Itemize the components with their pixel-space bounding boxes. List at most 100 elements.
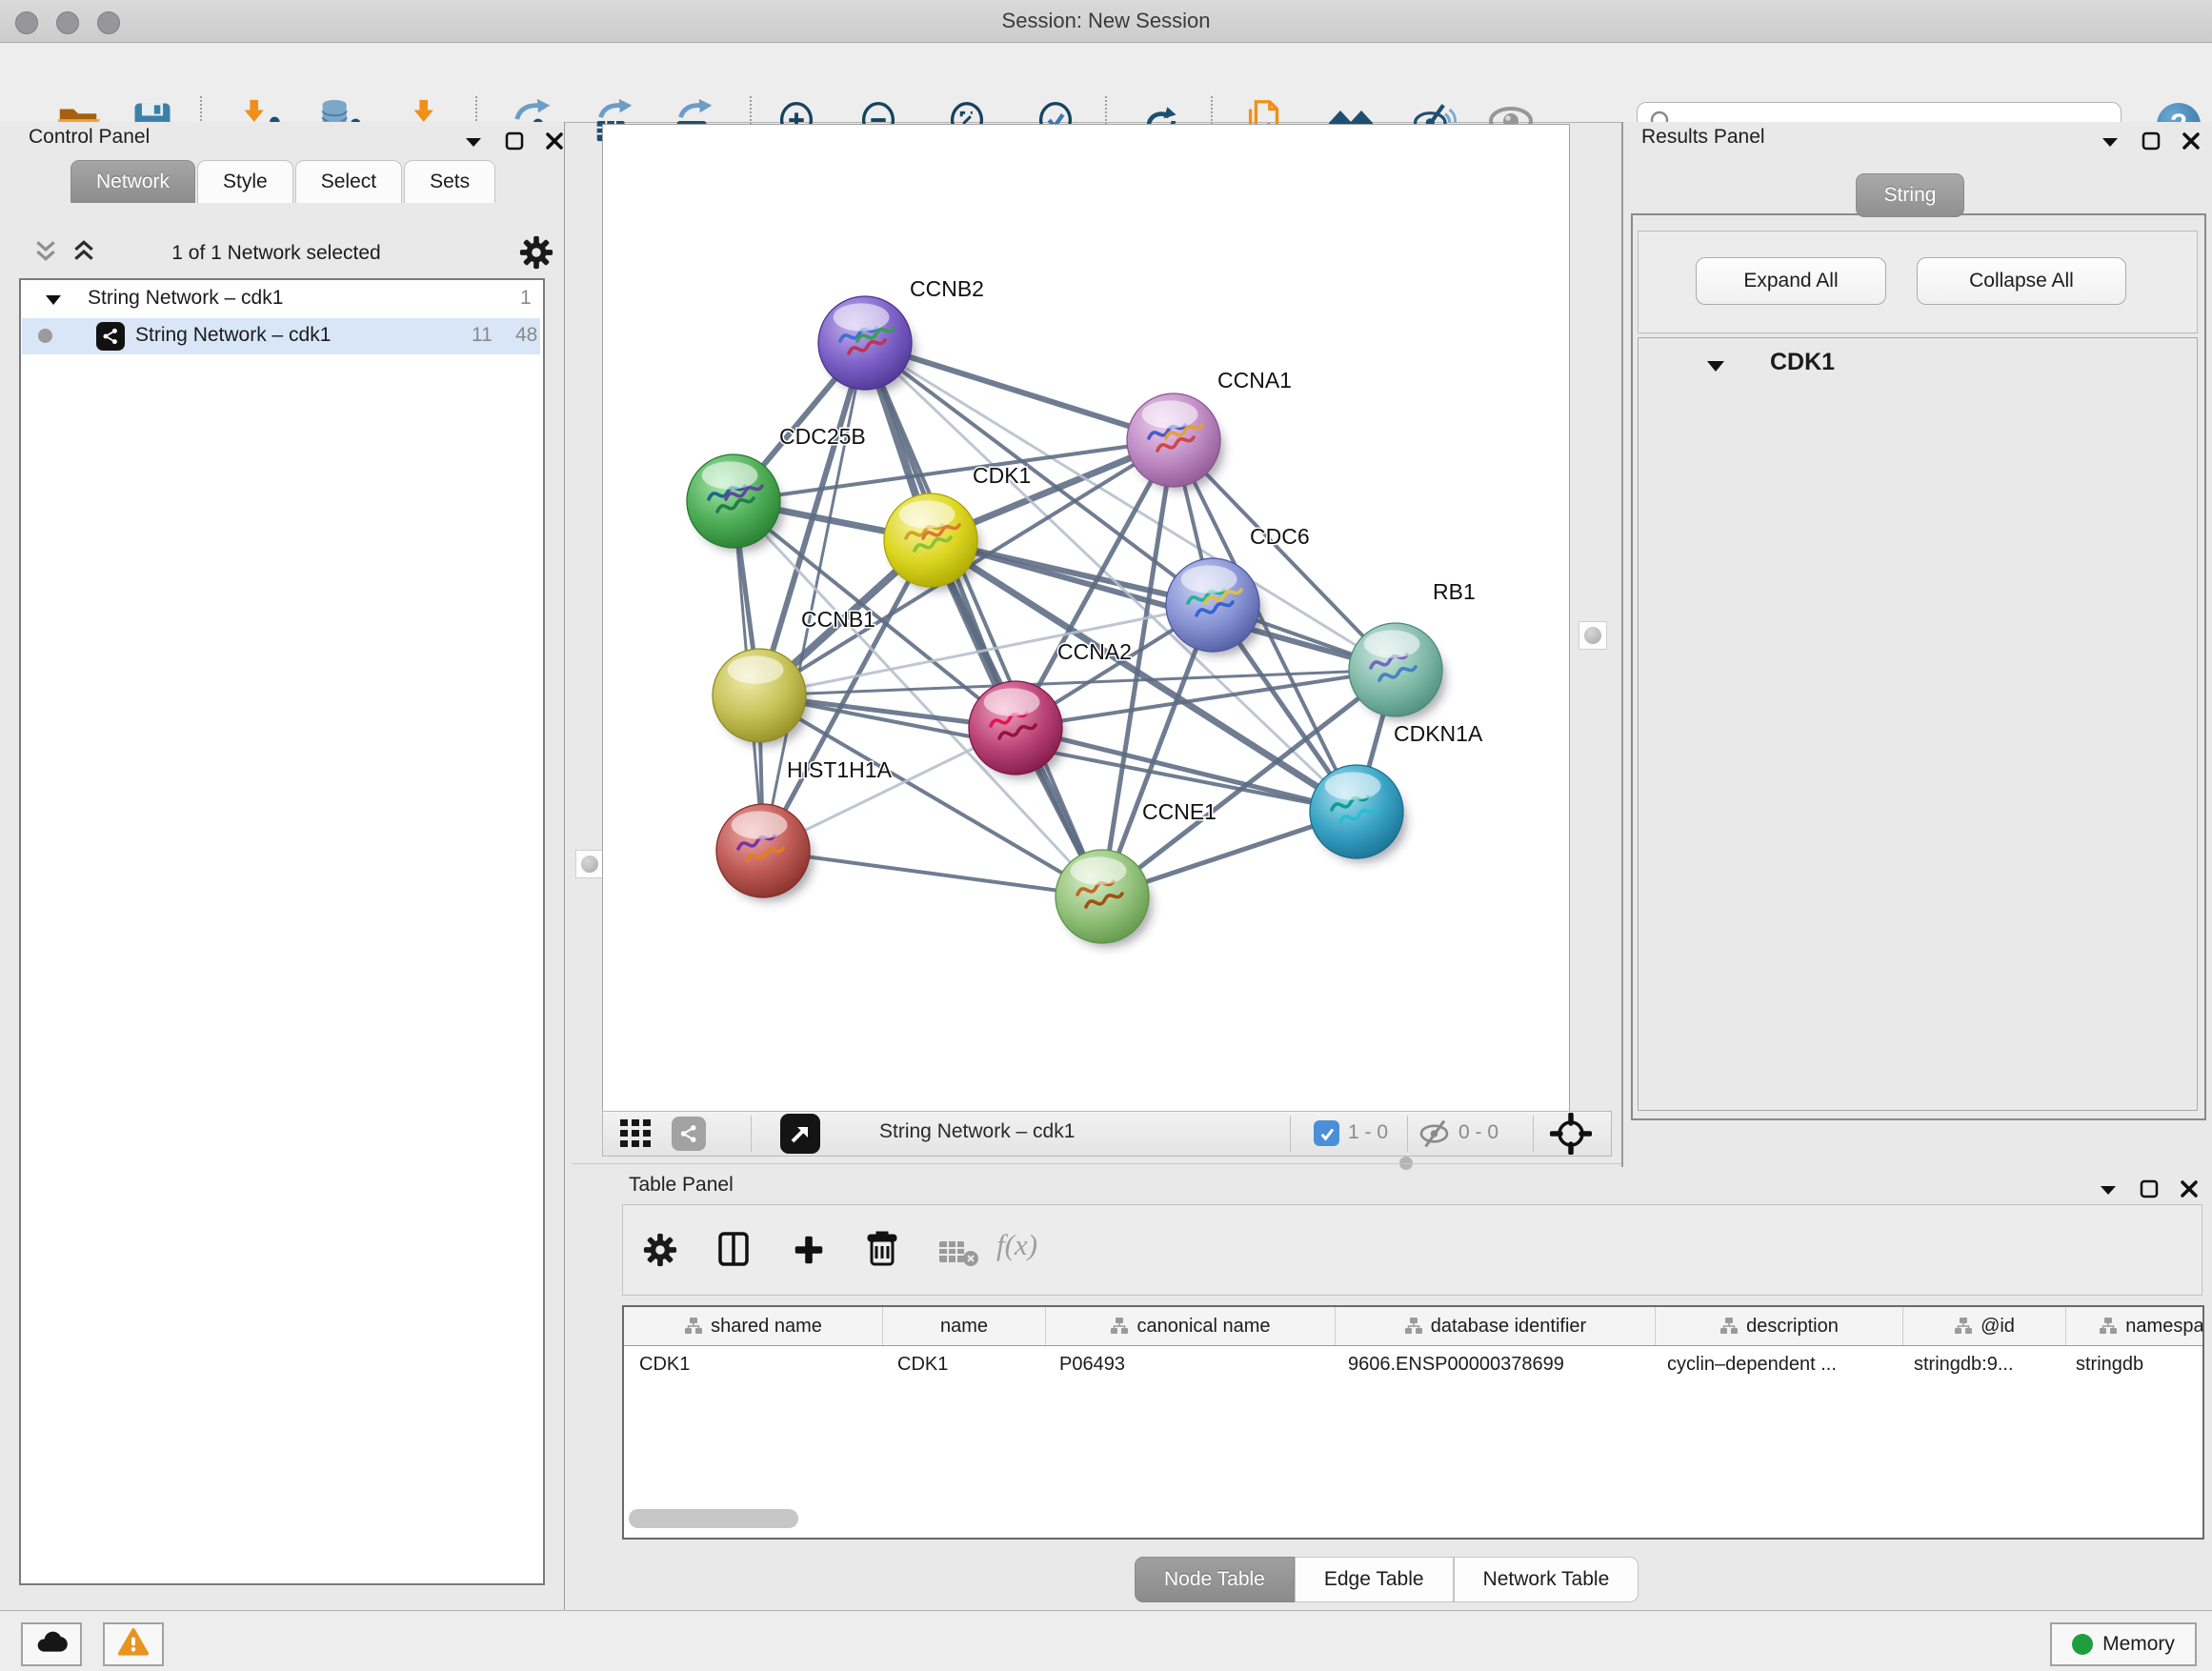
network-canvas[interactable]: CCNB2CCNA1CDC25BCDK1CDC6RB1CCNB1CCNA2CDK…	[602, 124, 1570, 1113]
float-menu-icon[interactable]	[2098, 1180, 2119, 1203]
network-collection-label[interactable]: String Network – cdk1	[88, 287, 283, 310]
node-table[interactable]: shared namenamecanonical namedatabase id…	[622, 1305, 2204, 1540]
node-CDC6[interactable]	[1166, 558, 1263, 655]
hidden-count: 0 - 0	[1458, 1121, 1498, 1144]
node-label-RB1: RB1	[1433, 579, 1476, 604]
detach-view-button[interactable]	[780, 1114, 820, 1154]
node-CDKN1A[interactable]	[1310, 765, 1407, 862]
float-menu-icon[interactable]	[463, 132, 484, 155]
node-CDK1[interactable]	[884, 493, 981, 591]
edge-CCNB2-CCNE1[interactable]	[865, 343, 1102, 896]
node-label-CCNA1: CCNA1	[1217, 368, 1292, 393]
table-cell[interactable]: stringdb:9...	[1899, 1354, 2061, 1376]
float-window-icon[interactable]	[2140, 1179, 2159, 1204]
collapse-all-tree-icon[interactable]	[32, 238, 59, 269]
table-cell[interactable]: 9606.ENSP00000378699	[1333, 1354, 1652, 1376]
expand-all-button[interactable]: Expand All	[1696, 257, 1886, 305]
close-panel-icon[interactable]	[2180, 1179, 2199, 1204]
column-header--id[interactable]: @id	[1903, 1307, 2066, 1345]
hidden-eye-slash-icon[interactable]	[1417, 1119, 1455, 1154]
tab-network[interactable]: Network	[70, 160, 195, 203]
cloud-status-button[interactable]	[21, 1622, 82, 1666]
node-HIST1H1A[interactable]	[716, 804, 814, 901]
column-header-name[interactable]: name	[883, 1307, 1046, 1345]
network-selection-summary: 1 of 1 Network selected	[114, 242, 438, 265]
node-RB1[interactable]	[1349, 623, 1446, 720]
network-view-title: String Network – cdk1	[879, 1120, 1075, 1143]
node-label-CCNB2: CCNB2	[910, 276, 984, 301]
splitter-dot-icon	[581, 856, 598, 873]
memory-status-button[interactable]: Memory	[2050, 1622, 2197, 1666]
node-CCNA2[interactable]	[969, 681, 1066, 778]
show-columns-icon[interactable]	[714, 1230, 753, 1274]
network-view-share-icon[interactable]	[672, 1117, 706, 1151]
table-panel-title: Table Panel	[629, 1174, 734, 1197]
close-panel-icon[interactable]	[2182, 131, 2201, 156]
network-edge-count: 48	[515, 324, 537, 347]
tree-expand-caret-icon[interactable]	[44, 291, 63, 313]
table-panel-tabs: Node TableEdge TableNetwork Table	[1135, 1557, 1639, 1602]
network-options-gear-icon[interactable]	[518, 234, 554, 276]
collapse-card-caret-icon[interactable]	[1705, 356, 1726, 379]
tab-style[interactable]: Style	[197, 160, 293, 203]
tab-select[interactable]: Select	[295, 160, 402, 203]
table-cell[interactable]: stringdb	[2061, 1354, 2204, 1376]
network-node-count: 11	[472, 324, 493, 347]
memory-ok-dot-icon	[2072, 1634, 2093, 1655]
table-toolbar: f(x)	[622, 1204, 2202, 1296]
toolbar-separator	[1533, 1116, 1534, 1152]
edge-CDK1-RB1[interactable]	[931, 540, 1396, 670]
column-header-database-identifier[interactable]: database identifier	[1336, 1307, 1656, 1345]
delete-column-trash-icon[interactable]	[863, 1230, 901, 1274]
table-body: CDK1CDK1P064939606.ENSP00000378699cyclin…	[624, 1346, 2202, 1382]
birds-eye-view-icon[interactable]	[1550, 1113, 1592, 1160]
table-settings-gear-icon[interactable]	[642, 1232, 678, 1274]
grid-view-icon[interactable]	[620, 1119, 653, 1154]
results-panel-title: Results Panel	[1641, 126, 1765, 149]
tab-edge-table[interactable]: Edge Table	[1295, 1557, 1454, 1602]
protein-name: CDK1	[1770, 349, 1835, 376]
table-row[interactable]: CDK1CDK1P064939606.ENSP00000378699cyclin…	[624, 1346, 2202, 1382]
selected-checkbox-icon[interactable]	[1314, 1120, 1339, 1146]
warning-status-button[interactable]	[103, 1622, 164, 1666]
add-column-icon[interactable]	[791, 1232, 827, 1274]
table-cell[interactable]: CDK1	[624, 1354, 882, 1376]
float-menu-icon[interactable]	[2100, 132, 2121, 155]
tab-network-table[interactable]: Network Table	[1454, 1557, 1639, 1602]
column-header-description[interactable]: description	[1656, 1307, 1903, 1345]
node-CCNE1[interactable]	[1056, 850, 1153, 947]
expand-all-tree-icon[interactable]	[70, 238, 97, 269]
close-panel-icon[interactable]	[545, 131, 564, 156]
splitter-dot-icon	[1584, 627, 1601, 644]
toolbar-separator	[751, 1116, 752, 1152]
collection-count: 1	[520, 287, 532, 310]
status-bar: Memory	[0, 1610, 2212, 1671]
node-CCNA1[interactable]	[1127, 393, 1224, 491]
edge-HIST1H1A-CCNE1[interactable]	[763, 851, 1102, 896]
network-item-label[interactable]: String Network – cdk1	[135, 324, 331, 347]
control-panel-tabs: NetworkStyleSelectSets	[70, 160, 497, 203]
left-splitter-collapse-handle[interactable]	[575, 850, 604, 878]
collapse-all-button[interactable]: Collapse All	[1917, 257, 2126, 305]
tab-string[interactable]: String	[1856, 173, 1964, 217]
right-splitter-collapse-handle[interactable]	[1579, 621, 1607, 650]
float-window-icon[interactable]	[505, 131, 524, 156]
column-header-shared-name[interactable]: shared name	[624, 1307, 883, 1345]
tab-node-table[interactable]: Node Table	[1135, 1557, 1295, 1602]
column-header-canonical-name[interactable]: canonical name	[1046, 1307, 1336, 1345]
table-cell[interactable]: CDK1	[882, 1354, 1044, 1376]
table-cell[interactable]: cyclin–dependent ...	[1652, 1354, 1899, 1376]
results-panel-window-controls	[2100, 131, 2201, 156]
float-window-icon[interactable]	[2142, 131, 2161, 156]
node-label-CCNB1: CCNB1	[801, 607, 875, 632]
table-cell[interactable]: P06493	[1044, 1354, 1333, 1376]
column-header-namespace[interactable]: namespace	[2066, 1307, 2204, 1345]
horizontal-scrollbar[interactable]	[629, 1509, 798, 1528]
node-label-CDK1: CDK1	[973, 463, 1031, 488]
node-CDC25B[interactable]	[687, 454, 784, 552]
node-label-CDKN1A: CDKN1A	[1394, 721, 1483, 746]
control-panel-window-controls	[463, 131, 564, 156]
tab-sets[interactable]: Sets	[404, 160, 495, 203]
node-label-CDC6: CDC6	[1250, 524, 1310, 549]
string-network-graph[interactable]: CCNB2CCNA1CDC25BCDK1CDC6RB1CCNB1CCNA2CDK…	[603, 125, 1569, 1112]
